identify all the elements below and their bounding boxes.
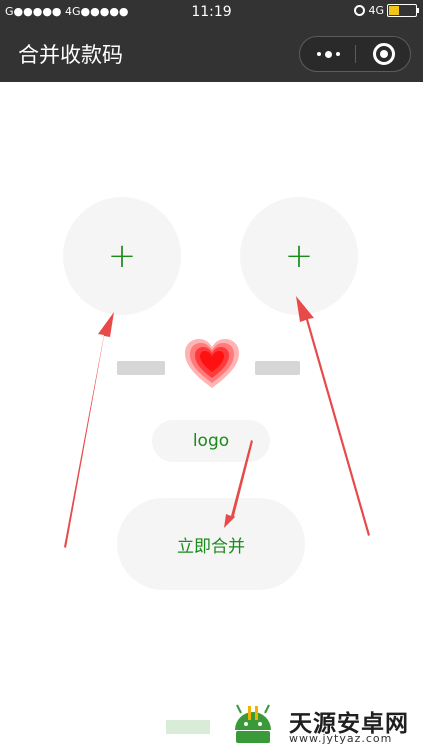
network-label: 4G [368, 4, 384, 17]
more-dots-icon [316, 52, 321, 56]
heart-icon [185, 339, 239, 388]
watermark-url: www.jytyaz.com [289, 732, 393, 745]
plus-icon: + [284, 236, 314, 276]
logo-button-label: logo [192, 431, 230, 451]
more-dots-icon [324, 50, 332, 58]
upload-qr-left-button[interactable]: + [63, 197, 181, 315]
battery-fill [389, 6, 399, 15]
target-center [380, 50, 388, 58]
android-logo-icon [235, 704, 271, 743]
page-title: 合并收款码 [18, 43, 123, 67]
blurred-label-right [255, 361, 300, 375]
blurred-label-left [117, 361, 165, 375]
logo-button[interactable]: logo [152, 420, 270, 462]
more-button[interactable] [300, 37, 356, 71]
battery-cap [417, 8, 419, 13]
merge-button-label: 立即合并 [177, 536, 245, 557]
menu-capsule [299, 36, 411, 72]
target-icon [373, 43, 395, 65]
alarm-icon [354, 5, 366, 16]
more-dots-icon [335, 52, 340, 56]
arrow-left [64, 312, 114, 548]
watermark-bar [166, 720, 210, 734]
status-right: 4G [354, 4, 419, 17]
upload-qr-right-button[interactable]: + [240, 197, 358, 315]
battery-icon [387, 4, 419, 17]
arrow-right [296, 296, 370, 536]
plus-icon: + [107, 236, 137, 276]
close-button[interactable] [356, 37, 412, 71]
merge-button[interactable]: 立即合并 [117, 498, 305, 590]
status-bar: G●●●●● 4G●●●●● 11:19 4G [0, 0, 423, 24]
nav-bar: 合并收款码 [0, 24, 423, 82]
